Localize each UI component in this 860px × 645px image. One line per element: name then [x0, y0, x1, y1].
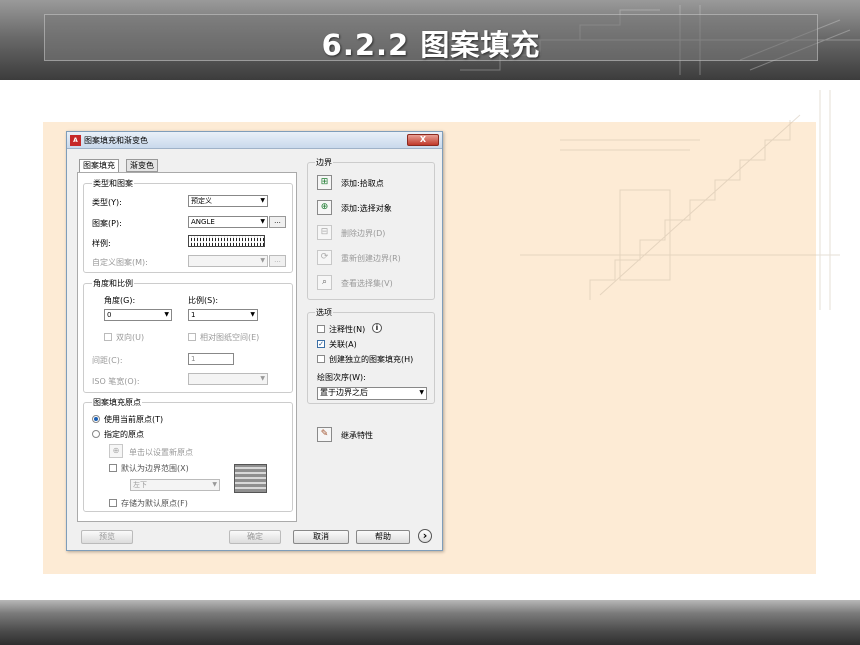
- origin-preview-image: [234, 464, 267, 493]
- slide-footer-bar: [0, 600, 860, 645]
- pattern-select-value: ANGLE: [191, 218, 215, 226]
- spacing-label: 间距(C):: [92, 356, 123, 365]
- slide-title: 6.2.2 图案填充: [321, 28, 541, 62]
- draw-order-label: 绘图次序(W):: [317, 373, 366, 382]
- type-select-value: 预定义: [191, 197, 212, 205]
- hatch-sample-swatch[interactable]: [188, 235, 265, 247]
- chevron-down-icon: ▼: [260, 375, 265, 382]
- chevron-down-icon: ▼: [260, 218, 265, 225]
- inherit-properties-label[interactable]: 继承特性: [341, 430, 373, 441]
- angle-scale-group-title: 角度和比例: [92, 278, 134, 289]
- draw-order-value: 置于边界之后: [320, 388, 368, 397]
- store-default-checkbox[interactable]: [109, 499, 117, 507]
- scale-select[interactable]: 1 ▼: [188, 309, 258, 321]
- recreate-boundary-label[interactable]: 重新创建边界(R): [341, 253, 401, 264]
- double-label: 双向(U): [116, 333, 145, 342]
- close-button[interactable]: X: [407, 134, 439, 146]
- add-select-objects-label[interactable]: 添加:选择对象: [341, 203, 392, 214]
- chevron-down-icon: ▼: [419, 389, 424, 396]
- add-pick-points-label[interactable]: 添加:拾取点: [341, 178, 384, 189]
- spacing-input[interactable]: 1: [188, 353, 234, 365]
- ok-button[interactable]: 确定: [229, 530, 281, 544]
- pattern-select[interactable]: ANGLE ▼: [188, 216, 268, 228]
- inherit-properties-icon[interactable]: ✎: [317, 427, 332, 442]
- dialog-title: 图案填充和渐变色: [84, 136, 148, 145]
- relative-paper-label: 相对图纸空间(E): [200, 333, 260, 342]
- boundaries-group-title: 边界: [315, 157, 333, 168]
- default-extent-checkbox[interactable]: [109, 464, 117, 472]
- cancel-button[interactable]: 取消: [293, 530, 349, 544]
- slide-header: 6.2.2 图案填充: [0, 0, 860, 80]
- slide-title-box: 6.2.2 图案填充: [44, 14, 818, 62]
- scale-select-value: 1: [191, 311, 196, 319]
- custom-browse-button[interactable]: ...: [269, 255, 286, 267]
- pick-points-icon[interactable]: ⊞: [317, 175, 332, 190]
- angle-select[interactable]: 0 ▼: [104, 309, 172, 321]
- iso-pen-label: ISO 笔宽(O):: [92, 377, 140, 386]
- scale-label: 比例(S):: [188, 296, 219, 305]
- pattern-browse-button[interactable]: ...: [269, 216, 286, 228]
- draw-order-select[interactable]: 置于边界之后 ▼: [317, 387, 427, 400]
- iso-pen-select[interactable]: ▼: [188, 373, 268, 385]
- tab-hatch[interactable]: 图案填充: [79, 159, 119, 173]
- info-icon[interactable]: i: [372, 323, 382, 333]
- click-set-origin-label: 单击以设置新原点: [129, 448, 193, 457]
- relative-paper-checkbox[interactable]: [188, 333, 196, 341]
- select-objects-icon[interactable]: ⊕: [317, 200, 332, 215]
- chevron-down-icon: ▼: [260, 197, 265, 204]
- view-selections-icon[interactable]: ⌕: [317, 275, 332, 290]
- origin-position-select[interactable]: 左下 ▼: [130, 479, 220, 491]
- chevron-down-icon: ▼: [260, 257, 265, 264]
- hatch-tab-panel: 类型和图案 类型(Y): 预定义 ▼ 图案(P): ANGLE ▼ ... 样例: …: [77, 172, 297, 522]
- specified-origin-radio[interactable]: [92, 430, 100, 438]
- angle-label: 角度(G):: [104, 296, 136, 305]
- custom-pattern-label: 自定义图案(M):: [92, 258, 148, 267]
- hatch-dialog: A 图案填充和渐变色 X 图案填充 渐变色 类型和图案 类型(Y): 预定义 ▼ …: [66, 131, 443, 551]
- tab-gradient[interactable]: 渐变色: [126, 159, 158, 172]
- preview-button[interactable]: 预览: [81, 530, 133, 544]
- annotative-label: 注释性(N): [329, 325, 366, 334]
- hatch-origin-group-title: 图案填充原点: [92, 397, 142, 408]
- type-select[interactable]: 预定义 ▼: [188, 195, 268, 207]
- associative-checkbox[interactable]: ✓: [317, 340, 325, 348]
- angle-select-value: 0: [107, 311, 112, 319]
- double-checkbox[interactable]: [104, 333, 112, 341]
- annotative-checkbox[interactable]: [317, 325, 325, 333]
- recreate-boundary-icon[interactable]: ⟳: [317, 250, 332, 265]
- origin-position-value: 左下: [133, 481, 147, 489]
- type-label: 类型(Y):: [92, 198, 122, 207]
- view-selections-label[interactable]: 查看选择集(V): [341, 278, 393, 289]
- custom-pattern-select[interactable]: ▼: [188, 255, 268, 267]
- store-default-label: 存储为默认原点(F): [121, 499, 188, 508]
- remove-boundaries-icon[interactable]: ⊟: [317, 225, 332, 240]
- help-button[interactable]: 帮助: [356, 530, 410, 544]
- default-extent-label: 默认为边界范围(X): [121, 464, 189, 473]
- chevron-down-icon: ▼: [164, 311, 169, 318]
- type-pattern-group-title: 类型和图案: [92, 178, 134, 189]
- associative-label: 关联(A): [329, 340, 357, 349]
- chevron-down-icon: ▼: [250, 311, 255, 318]
- chevron-down-icon: ▼: [212, 481, 217, 488]
- dialog-titlebar: A 图案填充和渐变色 X: [67, 132, 442, 149]
- sample-label: 样例:: [92, 239, 111, 248]
- use-current-origin-radio[interactable]: [92, 415, 100, 423]
- separate-hatches-checkbox[interactable]: [317, 355, 325, 363]
- remove-boundaries-label[interactable]: 删除边界(D): [341, 228, 385, 239]
- stair-drawing-decoration: [520, 90, 840, 310]
- specified-origin-label: 指定的原点: [104, 430, 144, 439]
- separate-hatches-label: 创建独立的图案填充(H): [329, 355, 414, 364]
- pattern-label: 图案(P):: [92, 219, 122, 228]
- use-current-origin-label: 使用当前原点(T): [104, 415, 164, 424]
- options-group-title: 选项: [315, 307, 333, 318]
- click-origin-icon[interactable]: ⊕: [109, 444, 123, 458]
- autocad-app-icon: A: [70, 135, 81, 146]
- more-options-icon[interactable]: ›: [418, 529, 432, 543]
